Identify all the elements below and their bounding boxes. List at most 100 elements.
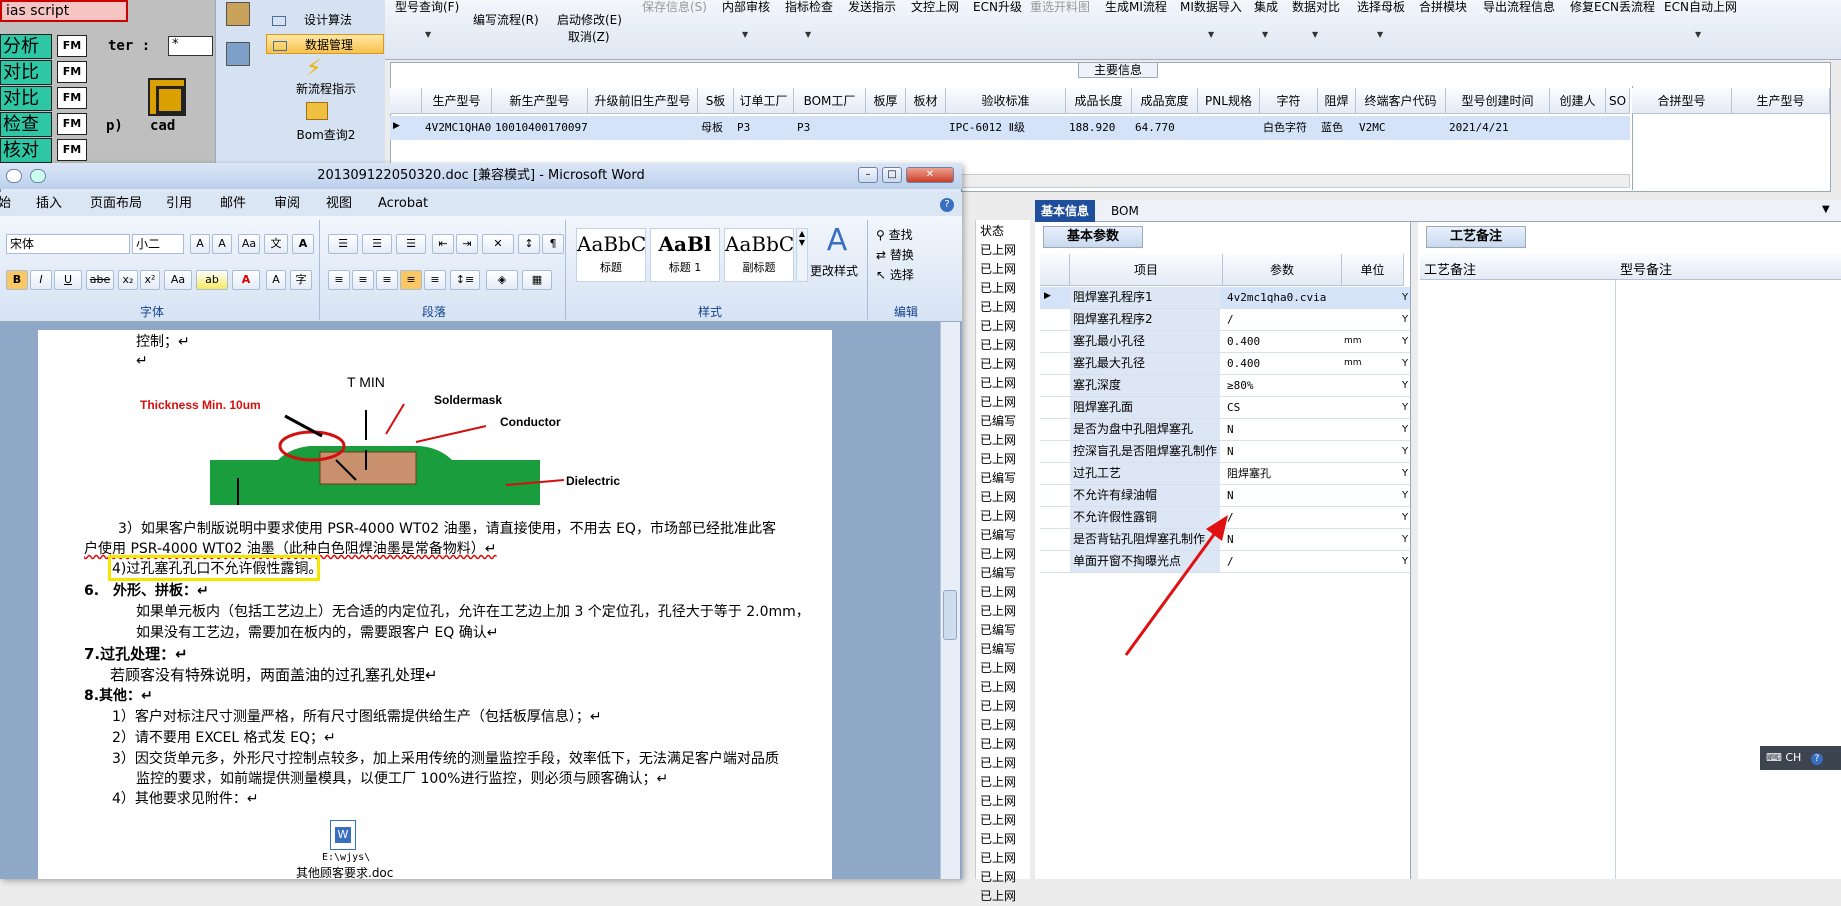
show-marks-icon[interactable]: ¶ xyxy=(542,234,564,254)
param-value[interactable]: N xyxy=(1223,419,1338,440)
toolbar-export-flow[interactable]: 导出流程信息 xyxy=(1483,0,1555,15)
status-header[interactable]: 状态 xyxy=(980,222,1004,241)
status-item[interactable]: 已上网 xyxy=(980,830,1016,849)
select-button[interactable]: ↖ 选择 xyxy=(876,266,914,283)
status-item[interactable]: 已上网 xyxy=(980,298,1016,317)
toolbar-gen-mi[interactable]: 生成MI流程 xyxy=(1105,0,1167,15)
param-row[interactable]: 过孔工艺 阻焊塞孔 Y xyxy=(1040,463,1410,485)
status-item[interactable]: 已上网 xyxy=(980,659,1016,678)
status-item[interactable]: 已上网 xyxy=(980,431,1016,450)
chevron-down-icon[interactable]: ▼ xyxy=(425,30,431,39)
col-header[interactable]: 合拼型号 xyxy=(1632,88,1732,114)
toolbar-internal-review[interactable]: 内部审核 xyxy=(722,0,770,15)
undo-icon[interactable] xyxy=(6,169,22,183)
col-header[interactable]: 验收标准 xyxy=(946,88,1066,114)
scroll-thumb[interactable] xyxy=(943,590,957,640)
param-row[interactable]: 塞孔最大孔径 0.400 mm Y xyxy=(1040,353,1410,375)
toolbar-fix-ecn[interactable]: 修复ECN丢流程 xyxy=(1570,0,1655,15)
close-button[interactable]: ✕ xyxy=(906,167,954,183)
filter-input[interactable]: * xyxy=(168,36,213,56)
borders-icon[interactable]: ▦ xyxy=(522,270,552,290)
param-row[interactable]: 阻焊塞孔程序2/ Y xyxy=(1040,309,1410,331)
cell[interactable]: 10010400170097 xyxy=(492,117,588,139)
cell[interactable]: P3 xyxy=(794,117,866,139)
tab-references[interactable]: 引用 xyxy=(166,196,192,212)
change-style-icon[interactable]: A xyxy=(822,226,852,256)
status-item[interactable]: 已上网 xyxy=(980,583,1016,602)
redo-icon[interactable] xyxy=(30,169,46,183)
param-row[interactable]: 是否为盘中孔阻焊塞孔 N Y xyxy=(1040,419,1410,441)
help-icon[interactable]: ? xyxy=(1810,753,1823,765)
font-name-select[interactable]: 宋体 xyxy=(6,234,130,254)
shading-icon[interactable]: A xyxy=(266,270,286,290)
calculator-icon[interactable] xyxy=(226,42,250,66)
cad-icon[interactable] xyxy=(148,78,186,116)
col-header[interactable]: 型号创建时间 xyxy=(1446,88,1550,114)
param-value[interactable]: 4v2mc1qha0.cvia xyxy=(1223,287,1338,308)
status-item[interactable]: 已上网 xyxy=(980,450,1016,469)
fm-button-2[interactable]: FM xyxy=(57,61,87,83)
toolbar-reselect-cut[interactable]: 重选开料图 xyxy=(1030,0,1090,15)
status-item[interactable]: 已编写 xyxy=(980,564,1016,583)
status-item[interactable]: 已上网 xyxy=(980,393,1016,412)
toolbar-save-info[interactable]: 保存信息(S) xyxy=(642,0,707,15)
status-item[interactable]: 已上网 xyxy=(980,678,1016,697)
phonetic-icon[interactable]: 文 xyxy=(264,234,288,254)
maximize-button[interactable]: □ xyxy=(882,167,902,183)
numbering-icon[interactable]: ☰ xyxy=(362,234,392,254)
italic-icon[interactable]: I xyxy=(30,270,52,290)
left-row-3[interactable]: 对比 xyxy=(0,86,52,111)
param-value[interactable]: N xyxy=(1223,485,1338,506)
script-label[interactable]: ias script xyxy=(0,0,128,22)
line-spacing-icon[interactable]: ↕≡ xyxy=(450,270,480,290)
toolbar-merge-module[interactable]: 合拼模块 xyxy=(1419,0,1467,15)
toolbar-integrate[interactable]: 集成 xyxy=(1254,0,1278,15)
bullets-icon[interactable]: ☰ xyxy=(328,234,358,254)
strikethrough-icon[interactable]: abe xyxy=(86,270,114,290)
status-item[interactable]: 已上网 xyxy=(980,811,1016,830)
nav-item-design-algo[interactable]: 设计算法 xyxy=(266,10,384,30)
col-header[interactable]: 订单工厂 xyxy=(734,88,794,114)
tab-insert[interactable]: 插入 xyxy=(36,196,62,212)
param-value[interactable]: CS xyxy=(1223,397,1338,418)
col-header[interactable]: 升级前旧生产型号 xyxy=(588,88,698,114)
chevron-down-icon[interactable]: ▼ xyxy=(1312,30,1318,39)
param-value[interactable]: 0.400 xyxy=(1223,353,1338,374)
col-header[interactable]: PNL规格 xyxy=(1198,88,1260,114)
toolbar-cancel[interactable]: 取消(Z) xyxy=(568,30,610,45)
col-header[interactable]: 生产型号 xyxy=(1732,88,1830,114)
status-item[interactable]: 已编写 xyxy=(980,412,1016,431)
subscript-icon[interactable]: x₂ xyxy=(118,270,138,290)
toolbar-data-compare[interactable]: 数据对比 xyxy=(1292,0,1340,15)
cell[interactable]: 64.770 xyxy=(1132,117,1198,139)
status-item[interactable]: 已上网 xyxy=(980,602,1016,621)
style-heading1[interactable]: AaBl 标题 1 xyxy=(650,228,720,282)
help-icon[interactable]: ? xyxy=(940,198,954,212)
status-item[interactable]: 已上网 xyxy=(980,260,1016,279)
toolbar-index-check[interactable]: 指标检查 xyxy=(785,0,833,15)
param-row[interactable]: 塞孔最小孔径 0.400 mm Y xyxy=(1040,331,1410,353)
param-value[interactable]: 阻焊塞孔 xyxy=(1223,463,1338,484)
status-item[interactable]: 已编写 xyxy=(980,621,1016,640)
status-item[interactable]: 已编写 xyxy=(980,526,1016,545)
decrease-indent-icon[interactable]: ⇤ xyxy=(432,234,454,254)
status-item[interactable]: 已上网 xyxy=(980,374,1016,393)
status-item[interactable]: 已上网 xyxy=(980,792,1016,811)
cell[interactable]: 4V2MC1QHA0 xyxy=(422,117,492,139)
tab-review[interactable]: 审阅 xyxy=(274,196,300,212)
toolbar-ecn-auto[interactable]: ECN自动上网 xyxy=(1664,0,1737,15)
col-header[interactable]: BOM工厂 xyxy=(794,88,866,114)
col-header[interactable]: 板材 xyxy=(906,88,946,114)
toolbar-ecn-upgrade[interactable]: ECN升级 xyxy=(973,0,1022,15)
tab-home[interactable]: 始 xyxy=(0,196,11,212)
sort-icon[interactable]: ↕ xyxy=(518,234,540,254)
styles-scroll[interactable]: ▲ ▼ xyxy=(796,228,808,282)
align-left-icon[interactable]: ≡ xyxy=(328,270,350,290)
new-flow-button[interactable]: 新流程指示 xyxy=(271,80,381,97)
param-value[interactable]: 0.400 xyxy=(1223,331,1338,352)
left-row-5[interactable]: 核对 xyxy=(0,138,52,163)
param-row[interactable]: 控深盲孔是否阻焊塞孔制作 N Y xyxy=(1040,441,1410,463)
param-value[interactable]: N xyxy=(1223,529,1338,550)
cell[interactable]: 白色字符 xyxy=(1260,117,1318,139)
param-col-unit[interactable]: 单位 xyxy=(1342,254,1404,286)
